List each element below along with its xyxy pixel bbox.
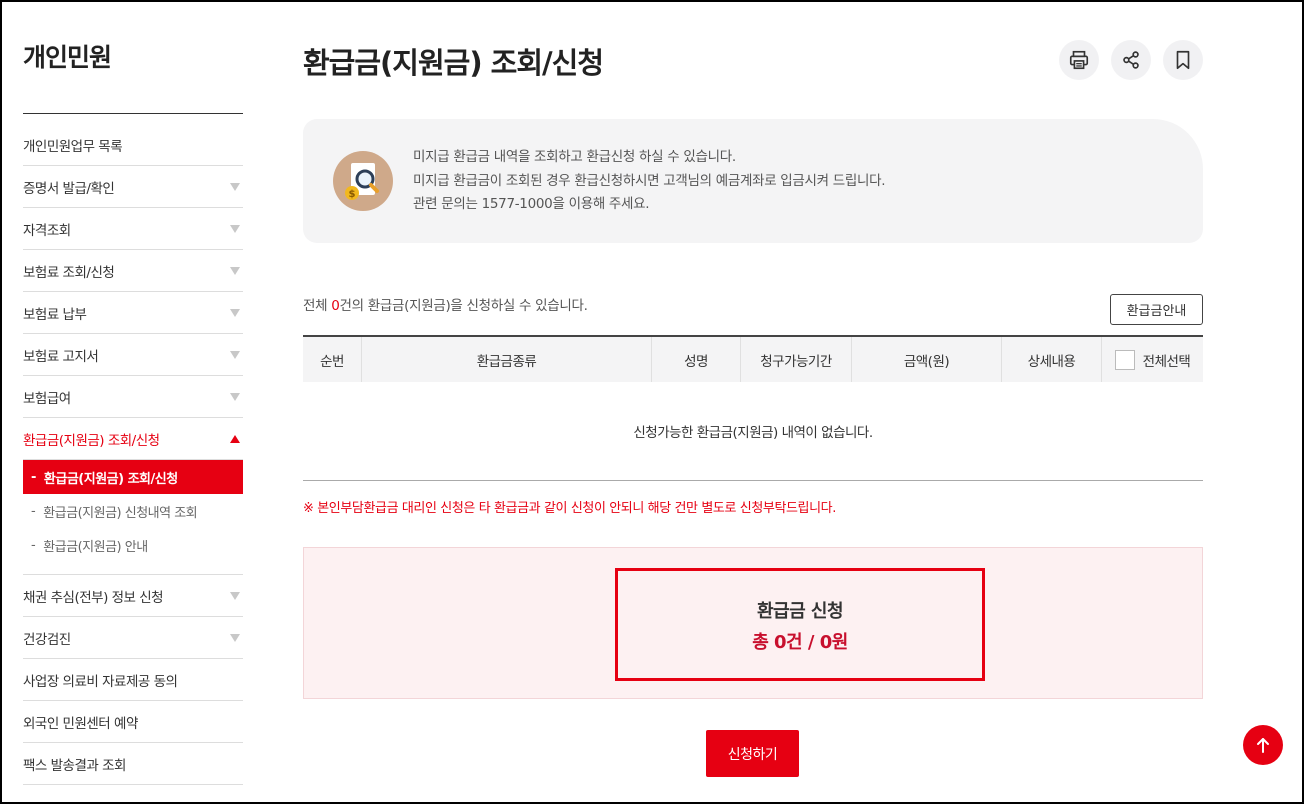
chevron-down-icon bbox=[230, 591, 240, 600]
notice-text: ※ 본인부담환급금 대리인 신청은 타 환급금과 같이 신청이 안되니 해당 건… bbox=[303, 501, 836, 516]
sidebar-item-label: 채권 추심(전부) 정보 신청 bbox=[23, 589, 164, 606]
count-suffix: 건의 환급금(지원금)을 신청하실 수 있습니다. bbox=[339, 298, 588, 314]
sidebar-item-health-checkup[interactable]: 건강검진 bbox=[23, 617, 243, 659]
count-prefix: 전체 bbox=[303, 298, 332, 314]
sidebar-item-fax-result[interactable]: 팩스 발송결과 조회 bbox=[23, 743, 243, 785]
refund-search-icon: $ bbox=[333, 151, 393, 211]
info-line: 미지급 환급금이 조회된 경우 환급신청하시면 고객님의 예금계좌로 입금시켜 … bbox=[413, 172, 886, 189]
sidebar-item-foreigner-reservation[interactable]: 외국인 민원센터 예약 bbox=[23, 701, 243, 743]
info-line: 미지급 환급금 내역을 조회하고 환급신청 하실 수 있습니다. bbox=[413, 149, 736, 165]
sidebar-item-label: 보험급여 bbox=[23, 390, 71, 407]
page-title: 환급금(지원금) 조회/신청 bbox=[303, 46, 604, 80]
refund-count-text: 전체 0건의 환급금(지원금)을 신청하실 수 있습니다. bbox=[303, 294, 588, 314]
column-header: 청구가능기간 bbox=[741, 337, 852, 382]
sidebar-item-certificate[interactable]: 증명서 발급/확인 bbox=[23, 166, 243, 208]
column-header: 상세내용 bbox=[1002, 337, 1102, 382]
scroll-top-button[interactable] bbox=[1243, 725, 1283, 765]
dash-bullet: - bbox=[31, 537, 36, 553]
chevron-down-icon bbox=[230, 308, 240, 317]
info-text: 미지급 환급금 내역을 조회하고 환급신청 하실 수 있습니다. 미지급 환급금… bbox=[413, 146, 886, 217]
sidebar-item-benefits[interactable]: 보험급여 bbox=[23, 376, 243, 418]
chevron-down-icon bbox=[230, 350, 240, 359]
sidebar-item-qualification[interactable]: 자격조회 bbox=[23, 208, 243, 250]
info-line: 관련 문의는 1577-1000을 이용해 주세요. bbox=[413, 196, 650, 212]
info-box: $ 미지급 환급금 내역을 조회하고 환급신청 하실 수 있습니다. 미지급 환… bbox=[303, 119, 1203, 243]
sidebar-item-debt-collection[interactable]: 채권 추심(전부) 정보 신청 bbox=[23, 575, 243, 617]
sidebar-item-premium-inquiry[interactable]: 보험료 조회/신청 bbox=[23, 250, 243, 292]
sidebar-item-label: 보험료 조회/신청 bbox=[23, 264, 115, 281]
sidebar-divider bbox=[23, 113, 243, 114]
refund-table: 순번 환급금종류 성명 청구가능기간 금액(원) 상세내용 전체선택 신청가능한… bbox=[303, 335, 1203, 481]
sidebar-subitem-label: 환급금(지원금) 조회/신청 bbox=[43, 471, 178, 487]
sidebar-subitem-refund-history[interactable]: - 환급금(지원금) 신청내역 조회 bbox=[23, 494, 243, 528]
column-header: 성명 bbox=[652, 337, 741, 382]
sidebar-submenu: - 환급금(지원금) 조회/신청 - 환급금(지원금) 신청내역 조회 - 환급… bbox=[23, 460, 243, 575]
print-button[interactable] bbox=[1059, 40, 1099, 80]
bookmark-icon bbox=[1176, 50, 1190, 70]
sidebar-subitem-refund-guide[interactable]: - 환급금(지원금) 안내 bbox=[23, 528, 243, 562]
sidebar-title: 개인민원 bbox=[23, 43, 112, 72]
table-header: 순번 환급금종류 성명 청구가능기간 금액(원) 상세내용 전체선택 bbox=[303, 335, 1203, 382]
sidebar-item-refund[interactable]: 환급금(지원금) 조회/신청 bbox=[23, 418, 243, 460]
share-button[interactable] bbox=[1111, 40, 1151, 80]
dash-bullet: - bbox=[31, 469, 36, 485]
sidebar-item-label: 증명서 발급/확인 bbox=[23, 180, 115, 197]
sidebar-item-label: 자격조회 bbox=[23, 222, 71, 239]
sidebar-item-label: 외국인 민원센터 예약 bbox=[23, 715, 138, 732]
sidebar-item-premium-bill[interactable]: 보험료 고지서 bbox=[23, 334, 243, 376]
summary-highlight: 환급금 신청 총 0건 / 0원 bbox=[615, 568, 985, 681]
sidebar-item-complaint-list[interactable]: 개인민원업무 목록 bbox=[23, 124, 243, 166]
apply-button[interactable]: 신청하기 bbox=[706, 730, 799, 777]
dash-bullet: - bbox=[31, 503, 36, 519]
bookmark-button[interactable] bbox=[1163, 40, 1203, 80]
sidebar-item-label: 사업장 의료비 자료제공 동의 bbox=[23, 673, 178, 690]
chevron-down-icon bbox=[230, 266, 240, 275]
svg-text:$: $ bbox=[349, 189, 356, 200]
summary-box: 환급금 신청 총 0건 / 0원 bbox=[303, 547, 1203, 699]
empty-message: 신청가능한 환급금(지원금) 내역이 없습니다. bbox=[303, 382, 1203, 481]
column-header: 금액(원) bbox=[852, 337, 1002, 382]
sidebar-item-label: 환급금(지원금) 조회/신청 bbox=[23, 432, 160, 449]
select-all-header: 전체선택 bbox=[1102, 337, 1203, 382]
chevron-up-icon bbox=[230, 434, 240, 443]
select-all-checkbox[interactable] bbox=[1114, 349, 1135, 370]
select-all-label: 전체선택 bbox=[1142, 353, 1191, 370]
sidebar-item-premium-payment[interactable]: 보험료 납부 bbox=[23, 292, 243, 334]
column-header: 순번 bbox=[303, 337, 362, 382]
chevron-down-icon bbox=[230, 633, 240, 642]
refund-guide-button[interactable]: 환급금안내 bbox=[1110, 294, 1203, 325]
sidebar-item-label: 개인민원업무 목록 bbox=[23, 138, 123, 155]
sidebar-item-medical-consent[interactable]: 사업장 의료비 자료제공 동의 bbox=[23, 659, 243, 701]
sidebar-submenu-container: - 환급금(지원금) 조회/신청 - 환급금(지원금) 신청내역 조회 - 환급… bbox=[23, 460, 243, 575]
arrow-up-icon bbox=[1257, 738, 1269, 753]
sidebar-item-label: 보험료 고지서 bbox=[23, 348, 99, 365]
summary-title: 환급금 신청 bbox=[756, 601, 844, 622]
share-icon bbox=[1123, 51, 1139, 69]
chevron-down-icon bbox=[230, 182, 240, 191]
sidebar-item-label: 보험료 납부 bbox=[23, 306, 87, 323]
sidebar-subitem-label: 환급금(지원금) 신청내역 조회 bbox=[43, 505, 198, 521]
summary-value: 총 0건 / 0원 bbox=[752, 632, 848, 653]
print-icon bbox=[1069, 50, 1089, 70]
sidebar-subitem-label: 환급금(지원금) 안내 bbox=[43, 539, 148, 555]
sidebar-menu: 개인민원업무 목록 증명서 발급/확인 자격조회 보험료 조회/신청 보험료 납… bbox=[23, 124, 243, 785]
sidebar-item-label: 팩스 발송결과 조회 bbox=[23, 757, 126, 774]
sidebar-subitem-refund-inquiry[interactable]: - 환급금(지원금) 조회/신청 bbox=[23, 460, 243, 494]
chevron-down-icon bbox=[230, 224, 240, 233]
count-number: 0 bbox=[331, 298, 340, 314]
sidebar-item-label: 건강검진 bbox=[23, 631, 71, 648]
column-header: 환급금종류 bbox=[362, 337, 652, 382]
chevron-down-icon bbox=[230, 392, 240, 401]
